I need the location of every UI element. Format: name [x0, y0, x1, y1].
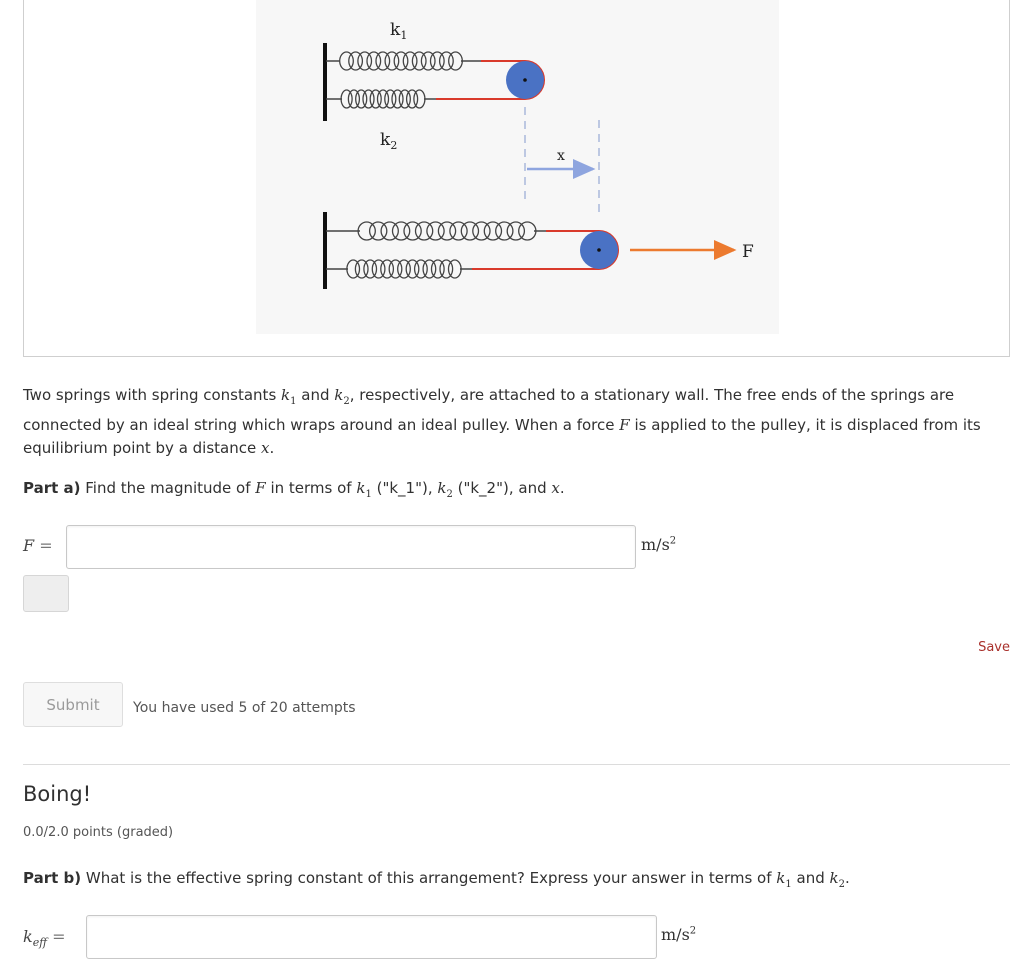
spring-k1-top: [339, 51, 463, 71]
math-preview-box: [23, 575, 69, 612]
x-label: x: [557, 148, 565, 164]
spring-coil-loop: [518, 221, 537, 241]
f-answer-input[interactable]: [66, 525, 636, 569]
part-b-question: Part b) What is the effective spring con…: [23, 869, 850, 890]
spring-coil-loop: [447, 259, 462, 279]
part-a-question: Part a) Find the magnitude of F in terms…: [23, 479, 565, 500]
f-unit-label: m/s2: [641, 535, 677, 554]
problem-title: Boing!: [23, 782, 92, 806]
save-button[interactable]: Save: [978, 640, 1010, 655]
diagram-svg: k1 k2 x F: [323, 20, 754, 289]
spring-pulley-diagram: k1 k2 x F: [256, 0, 779, 334]
spring-k2-bottom: [346, 259, 462, 279]
section-divider: [23, 764, 1010, 765]
spring-k1-bottom: [357, 221, 537, 241]
points-status: 0.0/2.0 points (graded): [23, 825, 174, 840]
figure-container: k1 k2 x F: [23, 0, 1010, 357]
keff-input-label: keff =: [23, 927, 66, 950]
attempts-counter: You have used 5 of 20 attempts: [133, 700, 356, 716]
problem-statement: Two springs with spring constants k1 and…: [23, 386, 981, 457]
keff-unit-label: m/s2: [661, 925, 697, 944]
submit-button[interactable]: Submit: [23, 682, 123, 727]
keff-answer-input[interactable]: [86, 915, 657, 959]
spring-k2-top: [340, 89, 426, 109]
force-label: F: [742, 242, 754, 262]
spring-coil-loop: [448, 51, 463, 71]
k1-label: k1: [390, 20, 407, 42]
spring-coil-loop: [413, 89, 426, 109]
k2-label: k2: [380, 130, 397, 152]
f-input-label: F =: [23, 536, 53, 555]
